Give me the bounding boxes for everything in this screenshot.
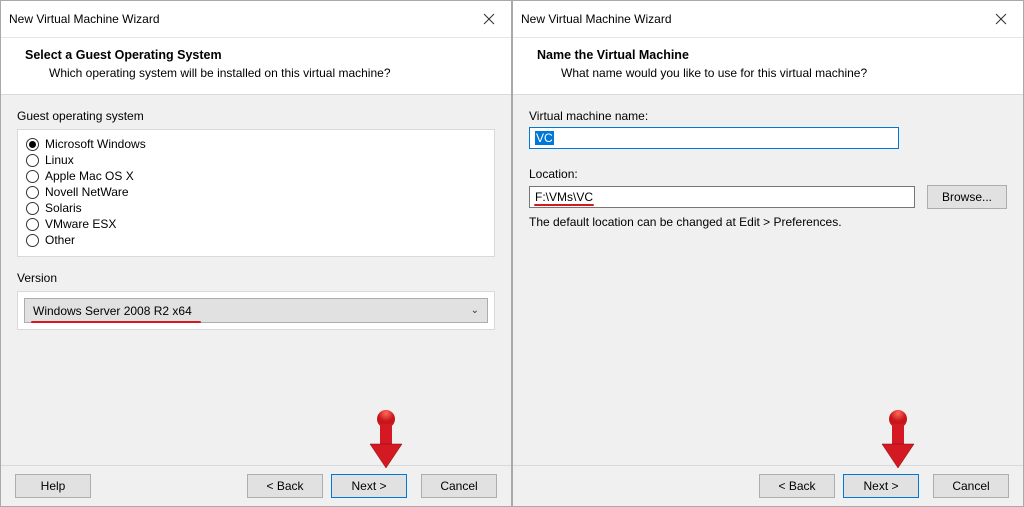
version-select[interactable]: Windows Server 2008 R2 x64 ⌄ (24, 298, 488, 323)
radio-label: Other (45, 233, 75, 247)
vm-name-input[interactable]: VC (529, 127, 899, 149)
step-header: Name the Virtual Machine What name would… (513, 38, 1023, 95)
close-icon (483, 13, 495, 25)
version-box: Windows Server 2008 R2 x64 ⌄ (17, 291, 495, 330)
step-title: Select a Guest Operating System (25, 48, 491, 62)
annotation-underline (31, 321, 201, 323)
radio-windows[interactable]: Microsoft Windows (26, 136, 486, 152)
radio-label: VMware ESX (45, 217, 116, 231)
radio-macosx[interactable]: Apple Mac OS X (26, 168, 486, 184)
location-label: Location: (529, 167, 1007, 181)
radio-esx[interactable]: VMware ESX (26, 216, 486, 232)
window-title: New Virtual Machine Wizard (521, 12, 672, 26)
radio-label: Novell NetWare (45, 185, 129, 199)
version-label: Version (17, 271, 495, 285)
chevron-down-icon: ⌄ (471, 305, 479, 316)
back-button[interactable]: < Back (247, 474, 323, 498)
radio-icon (26, 234, 39, 247)
content-area: Guest operating system Microsoft Windows… (1, 95, 511, 465)
wizard-left: New Virtual Machine Wizard Select a Gues… (0, 0, 512, 507)
radio-icon (26, 138, 39, 151)
location-value: F:\VMs\VC (535, 190, 593, 204)
radio-icon (26, 202, 39, 215)
radio-other[interactable]: Other (26, 232, 486, 248)
footer: Help < Back Next > Cancel (1, 465, 511, 506)
step-header: Select a Guest Operating System Which op… (1, 38, 511, 95)
window-title: New Virtual Machine Wizard (9, 12, 160, 26)
radio-linux[interactable]: Linux (26, 152, 486, 168)
content-area: Virtual machine name: VC Location: F:\VM… (513, 95, 1023, 465)
vm-name-label: Virtual machine name: (529, 109, 1007, 123)
radio-solaris[interactable]: Solaris (26, 200, 486, 216)
next-button[interactable]: Next > (843, 474, 919, 498)
radio-label: Linux (45, 153, 74, 167)
close-button[interactable] (985, 7, 1017, 31)
cancel-button[interactable]: Cancel (933, 474, 1009, 498)
step-subtitle: What name would you like to use for this… (537, 66, 1003, 80)
radio-netware[interactable]: Novell NetWare (26, 184, 486, 200)
back-button[interactable]: < Back (759, 474, 835, 498)
titlebar: New Virtual Machine Wizard (513, 1, 1023, 38)
radio-label: Microsoft Windows (45, 137, 146, 151)
radio-icon (26, 154, 39, 167)
radio-icon (26, 218, 39, 231)
vm-name-value: VC (535, 131, 554, 145)
annotation-underline (534, 204, 594, 206)
step-title: Name the Virtual Machine (537, 48, 1003, 62)
radio-label: Apple Mac OS X (45, 169, 134, 183)
titlebar: New Virtual Machine Wizard (1, 1, 511, 38)
browse-button[interactable]: Browse... (927, 185, 1007, 209)
radio-icon (26, 186, 39, 199)
radio-icon (26, 170, 39, 183)
wizard-right: New Virtual Machine Wizard Name the Virt… (512, 0, 1024, 507)
close-icon (995, 13, 1007, 25)
close-button[interactable] (473, 7, 505, 31)
radio-label: Solaris (45, 201, 82, 215)
location-input[interactable]: F:\VMs\VC (529, 186, 915, 208)
next-button[interactable]: Next > (331, 474, 407, 498)
os-radio-group: Microsoft Windows Linux Apple Mac OS X N… (17, 129, 495, 257)
help-button[interactable]: Help (15, 474, 91, 498)
footer: < Back Next > Cancel (513, 465, 1023, 506)
version-selected: Windows Server 2008 R2 x64 (33, 304, 192, 318)
step-subtitle: Which operating system will be installed… (25, 66, 491, 80)
location-note: The default location can be changed at E… (529, 215, 1007, 229)
os-section-label: Guest operating system (17, 109, 495, 123)
cancel-button[interactable]: Cancel (421, 474, 497, 498)
